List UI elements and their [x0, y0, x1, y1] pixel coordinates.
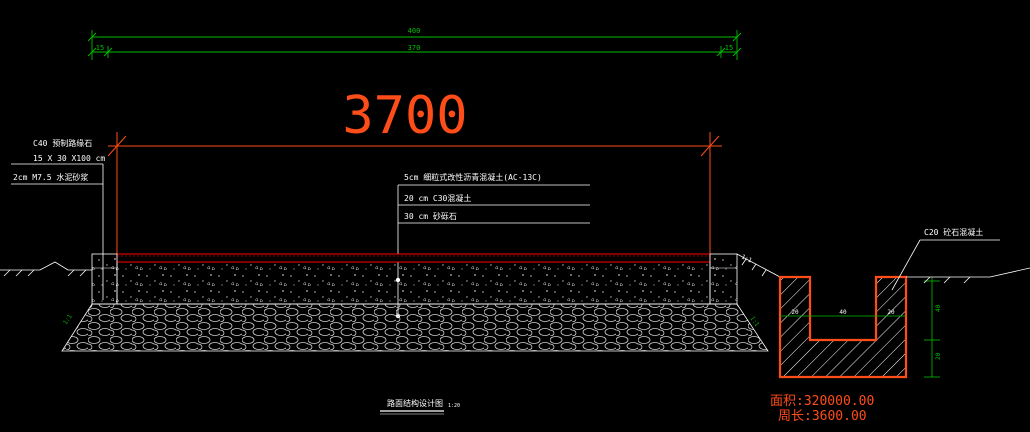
- curb-note-line1: C40 预制路缘石: [33, 138, 92, 148]
- dim-total-label: 400: [408, 27, 421, 35]
- ground-line-left: [0, 261, 92, 277]
- right-curb: [709, 253, 738, 305]
- perimeter-value: 3600.00: [812, 409, 867, 424]
- pavement-structure: [61, 253, 769, 352]
- area-value: 320000.00: [804, 394, 874, 409]
- perimeter-readout: 周长:3600.00: [778, 409, 867, 424]
- layer-label-concrete: 20 cm C30混凝土: [404, 193, 471, 203]
- concrete-layer: [116, 261, 711, 305]
- ditch-note: C20 砼石混凝土: [924, 227, 983, 237]
- perimeter-label: 周长:: [778, 409, 812, 424]
- figure-scale: 1:20: [448, 403, 460, 409]
- dim-left-label: 15: [96, 44, 104, 52]
- slope-label-left: 1:1: [62, 313, 74, 326]
- ditch-inner-width-dim: 40: [839, 309, 847, 316]
- drainage-ditch: [778, 275, 908, 379]
- dim-middle-label: 370: [408, 44, 421, 52]
- layer-label-asphalt: 5cm 细粒式改性沥青混凝土(AC-13C): [404, 172, 542, 182]
- ditch-left-wall-dim: 20: [791, 309, 799, 316]
- gravel-base-layer: [61, 303, 769, 352]
- area-label: 面积:: [770, 394, 804, 409]
- mortar-note: 2cm M7.5 水泥砂浆: [13, 172, 88, 182]
- ditch-depth-upper-dim: 40: [935, 304, 942, 312]
- ditch-depth-lower-dim: 20: [935, 352, 942, 360]
- cad-drawing-canvas: 400 15 370 15 3700 C40 预制路缘石 15 X 30 X10…: [0, 27, 1030, 424]
- ditch-right-wall-dim: 20: [887, 309, 895, 316]
- span-dimension-text: 3700: [342, 86, 467, 146]
- dim-right-label: 15: [725, 44, 733, 52]
- figure-title: 路面结构设计图: [387, 398, 443, 408]
- left-curb: [91, 253, 118, 305]
- area-readout: 面积:320000.00: [770, 394, 874, 409]
- curb-note-line2: 15 X 30 X100 cm: [33, 154, 105, 163]
- asphalt-surface-layer: [116, 253, 711, 263]
- ditch-section: [778, 275, 908, 379]
- layer-label-gravel: 30 cm 砂砾石: [404, 211, 457, 221]
- shoulder-slope: [736, 253, 781, 278]
